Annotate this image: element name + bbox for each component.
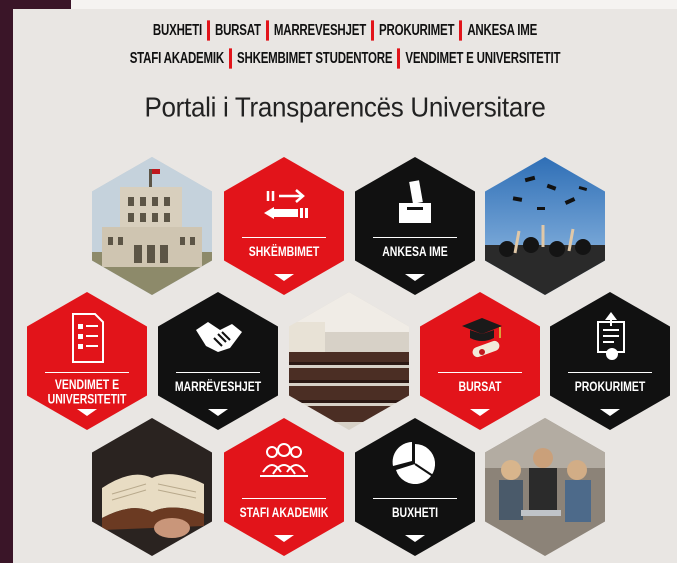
tile-divider <box>568 372 652 373</box>
nav-link-vendimet[interactable]: VENDIMET E UNIVERSITETIT <box>400 50 565 66</box>
tile-divider <box>242 237 326 238</box>
tile-buxheti[interactable]: BUXHETI <box>355 418 475 556</box>
open-book-photo <box>92 418 212 556</box>
tile-divider <box>45 372 129 373</box>
ballot-box-icon <box>355 177 475 229</box>
nav-row-1: BUXHETI BURSAT MARREVESHJET PROKURIMET A… <box>13 20 677 41</box>
expand-arrow-icon <box>77 409 97 416</box>
tile-bursat[interactable]: BURSAT <box>420 292 540 430</box>
nav-link-shkembimet-studentore[interactable]: SHKEMBIMET STUDENTORE <box>232 50 397 66</box>
graduation-cap-diploma-icon <box>420 312 540 364</box>
expand-arrow-icon <box>470 409 490 416</box>
tile-vendimet[interactable]: VENDIMET E UNIVERSITETIT <box>27 292 147 430</box>
nav-link-marreveshjet[interactable]: MARREVESHJET <box>269 22 371 38</box>
top-frame-strip <box>13 0 71 9</box>
expand-arrow-icon <box>274 274 294 281</box>
document-checklist-icon <box>27 312 147 364</box>
tile-label: STAFI AKADEMIK <box>239 505 329 521</box>
tile-divider <box>176 372 260 373</box>
tile-label: PROKURIMET <box>574 379 646 395</box>
nav-link-prokurimet[interactable]: PROKURIMET <box>374 22 459 38</box>
graduation-caps-photo <box>485 157 605 295</box>
university-building-photo <box>92 157 212 295</box>
tile-ankesa-ime[interactable]: ANKESA IME <box>355 157 475 295</box>
tile-divider <box>242 498 326 499</box>
pie-chart-icon <box>355 438 475 490</box>
nav-link-bursat[interactable]: BURSAT <box>210 22 266 38</box>
top-margin <box>71 0 677 9</box>
expand-arrow-icon <box>208 409 228 416</box>
tile-label: BUXHETI <box>391 505 439 521</box>
nav-link-stafi-akademik[interactable]: STAFI AKADEMIK <box>125 50 229 66</box>
lecture-hall-photo <box>289 292 409 430</box>
tile-divider <box>373 237 457 238</box>
tile-label: ANKESA IME <box>382 244 448 260</box>
tile-label: MARRËVESHJET <box>174 379 262 395</box>
procurement-upload-icon <box>550 312 670 364</box>
exchange-arrows-icon <box>224 177 344 229</box>
portal-banner: BUXHETI BURSAT MARREVESHJET PROKURIMET A… <box>13 9 677 563</box>
tile-divider <box>438 372 522 373</box>
tile-prokurimet[interactable]: PROKURIMET <box>550 292 670 430</box>
left-frame-strip <box>0 0 13 563</box>
expand-arrow-icon <box>405 535 425 542</box>
expand-arrow-icon <box>405 274 425 281</box>
expand-arrow-icon <box>274 535 294 542</box>
nav-link-ankesa-ime[interactable]: ANKESA IME <box>462 22 542 38</box>
tile-label: SHKËMBIMET <box>248 244 320 260</box>
nav-row-2: STAFI AKADEMIK SHKEMBIMET STUDENTORE VEN… <box>13 48 677 69</box>
tile-marreveshjet[interactable]: MARRËVESHJET <box>158 292 278 430</box>
tile-shkembimet[interactable]: SHKËMBIMET <box>224 157 344 295</box>
students-photo <box>485 418 605 556</box>
handshake-icon <box>158 312 278 364</box>
page-title: Portali i Transparencës Universitare <box>144 90 546 124</box>
nav-link-buxheti[interactable]: BUXHETI <box>148 22 207 38</box>
group-people-icon <box>224 438 344 490</box>
tile-stafi-akademik[interactable]: STAFI AKADEMIK <box>224 418 344 556</box>
tile-divider <box>373 498 457 499</box>
expand-arrow-icon <box>600 409 620 416</box>
tile-label: VENDIMET E UNIVERSITETIT <box>47 377 127 408</box>
tile-label: BURSAT <box>458 379 502 395</box>
